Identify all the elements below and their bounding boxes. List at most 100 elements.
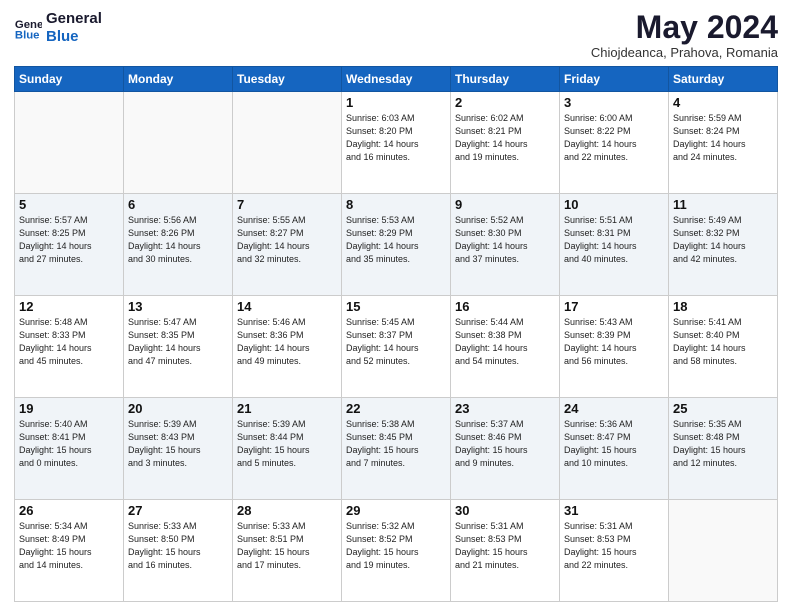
calendar-cell: 28 Sunrise: 5:33 AM Sunset: 8:51 PM Dayli…	[233, 500, 342, 602]
calendar-cell	[124, 92, 233, 194]
calendar-cell: 16Sunrise: 5:44 AM Sunset: 8:38 PM Dayli…	[451, 296, 560, 398]
day-number: 1	[346, 95, 446, 110]
logo: General Blue General Blue	[14, 10, 102, 46]
calendar-cell: 20Sunrise: 5:39 AM Sunset: 8:43 PM Dayli…	[124, 398, 233, 500]
day-number: 19	[19, 401, 119, 416]
day-info: Sunrise: 5:33 AM Sunset: 8:51 PM Dayligh…	[237, 520, 337, 572]
day-number: 24	[564, 401, 664, 416]
weekday-header-thursday: Thursday	[451, 67, 560, 92]
calendar-cell: 18 Sunrise: 5:41 AM Sunset: 8:40 PM Dayli…	[669, 296, 778, 398]
day-number: 30	[455, 503, 555, 518]
day-info: Sunrise: 5:43 AM Sunset: 8:39 PM Dayligh…	[564, 316, 664, 368]
day-info: Sunrise: 5:55 AM Sunset: 8:27 PM Dayligh…	[237, 214, 337, 266]
calendar-cell: 24 Sunrise: 5:36 AM Sunset: 8:47 PM Dayli…	[560, 398, 669, 500]
day-number: 26	[19, 503, 119, 518]
day-number: 2	[455, 95, 555, 110]
day-number: 5	[19, 197, 119, 212]
calendar-cell: 6 Sunrise: 5:56 AM Sunset: 8:26 PM Daylig…	[124, 194, 233, 296]
calendar-cell: 22Sunrise: 5:38 AM Sunset: 8:45 PM Dayli…	[342, 398, 451, 500]
day-number: 18	[673, 299, 773, 314]
calendar-cell	[15, 92, 124, 194]
calendar-cell: 31 Sunrise: 5:31 AM Sunset: 8:53 PM Dayli…	[560, 500, 669, 602]
calendar-cell: 9 Sunrise: 5:52 AM Sunset: 8:30 PM Daylig…	[451, 194, 560, 296]
day-info: Sunrise: 5:47 AM Sunset: 8:35 PM Dayligh…	[128, 316, 228, 368]
day-info: Sunrise: 5:36 AM Sunset: 8:47 PM Dayligh…	[564, 418, 664, 470]
day-info: Sunrise: 5:32 AM Sunset: 8:52 PM Dayligh…	[346, 520, 446, 572]
day-info: Sunrise: 5:51 AM Sunset: 8:31 PM Dayligh…	[564, 214, 664, 266]
day-info: Sunrise: 5:49 AM Sunset: 8:32 PM Dayligh…	[673, 214, 773, 266]
day-number: 6	[128, 197, 228, 212]
day-number: 28	[237, 503, 337, 518]
calendar-cell: 17 Sunrise: 5:43 AM Sunset: 8:39 PM Dayli…	[560, 296, 669, 398]
calendar-week-row: 5 Sunrise: 5:57 AM Sunset: 8:25 PM Daylig…	[15, 194, 778, 296]
day-info: Sunrise: 5:31 AM Sunset: 8:53 PM Dayligh…	[455, 520, 555, 572]
calendar-cell: 7 Sunrise: 5:55 AM Sunset: 8:27 PM Daylig…	[233, 194, 342, 296]
day-info: Sunrise: 5:46 AM Sunset: 8:36 PM Dayligh…	[237, 316, 337, 368]
calendar-cell: 14 Sunrise: 5:46 AM Sunset: 8:36 PM Dayli…	[233, 296, 342, 398]
day-info: Sunrise: 5:33 AM Sunset: 8:50 PM Dayligh…	[128, 520, 228, 572]
day-info: Sunrise: 5:52 AM Sunset: 8:30 PM Dayligh…	[455, 214, 555, 266]
day-info: Sunrise: 5:39 AM Sunset: 8:44 PM Dayligh…	[237, 418, 337, 470]
day-number: 29	[346, 503, 446, 518]
logo-icon: General Blue	[14, 14, 42, 42]
calendar-cell	[669, 500, 778, 602]
day-number: 22	[346, 401, 446, 416]
day-info: Sunrise: 5:41 AM Sunset: 8:40 PM Dayligh…	[673, 316, 773, 368]
day-info: Sunrise: 5:44 AM Sunset: 8:38 PM Dayligh…	[455, 316, 555, 368]
calendar-cell: 13 Sunrise: 5:47 AM Sunset: 8:35 PM Dayli…	[124, 296, 233, 398]
calendar-cell: 11 Sunrise: 5:49 AM Sunset: 8:32 PM Dayli…	[669, 194, 778, 296]
day-number: 14	[237, 299, 337, 314]
calendar-week-row: 1 Sunrise: 6:03 AM Sunset: 8:20 PM Daylig…	[15, 92, 778, 194]
day-info: Sunrise: 5:35 AM Sunset: 8:48 PM Dayligh…	[673, 418, 773, 470]
day-info: Sunrise: 5:59 AM Sunset: 8:24 PM Dayligh…	[673, 112, 773, 164]
day-number: 31	[564, 503, 664, 518]
day-number: 25	[673, 401, 773, 416]
calendar-cell: 1 Sunrise: 6:03 AM Sunset: 8:20 PM Daylig…	[342, 92, 451, 194]
calendar-cell: 25 Sunrise: 5:35 AM Sunset: 8:48 PM Dayli…	[669, 398, 778, 500]
day-info: Sunrise: 5:31 AM Sunset: 8:53 PM Dayligh…	[564, 520, 664, 572]
weekday-header-wednesday: Wednesday	[342, 67, 451, 92]
day-info: Sunrise: 5:45 AM Sunset: 8:37 PM Dayligh…	[346, 316, 446, 368]
calendar-cell	[233, 92, 342, 194]
day-info: Sunrise: 5:57 AM Sunset: 8:25 PM Dayligh…	[19, 214, 119, 266]
header: General Blue General Blue May 2024 Chioj…	[14, 10, 778, 60]
day-info: Sunrise: 5:56 AM Sunset: 8:26 PM Dayligh…	[128, 214, 228, 266]
calendar-cell: 3Sunrise: 6:00 AM Sunset: 8:22 PM Daylig…	[560, 92, 669, 194]
day-info: Sunrise: 6:02 AM Sunset: 8:21 PM Dayligh…	[455, 112, 555, 164]
weekday-header-friday: Friday	[560, 67, 669, 92]
calendar-cell: 27Sunrise: 5:33 AM Sunset: 8:50 PM Dayli…	[124, 500, 233, 602]
weekday-header-sunday: Sunday	[15, 67, 124, 92]
day-number: 13	[128, 299, 228, 314]
day-number: 11	[673, 197, 773, 212]
page: General Blue General Blue May 2024 Chioj…	[0, 0, 792, 612]
day-info: Sunrise: 5:40 AM Sunset: 8:41 PM Dayligh…	[19, 418, 119, 470]
calendar-cell: 4 Sunrise: 5:59 AM Sunset: 8:24 PM Daylig…	[669, 92, 778, 194]
day-number: 7	[237, 197, 337, 212]
weekday-header-monday: Monday	[124, 67, 233, 92]
calendar-week-row: 19 Sunrise: 5:40 AM Sunset: 8:41 PM Dayli…	[15, 398, 778, 500]
subtitle: Chiojdeanca, Prahova, Romania	[591, 45, 778, 60]
calendar-cell: 19 Sunrise: 5:40 AM Sunset: 8:41 PM Dayli…	[15, 398, 124, 500]
calendar-cell: 21 Sunrise: 5:39 AM Sunset: 8:44 PM Dayli…	[233, 398, 342, 500]
svg-text:Blue: Blue	[15, 30, 40, 42]
day-info: Sunrise: 5:48 AM Sunset: 8:33 PM Dayligh…	[19, 316, 119, 368]
calendar-cell: 10Sunrise: 5:51 AM Sunset: 8:31 PM Dayli…	[560, 194, 669, 296]
day-number: 4	[673, 95, 773, 110]
calendar-cell: 26Sunrise: 5:34 AM Sunset: 8:49 PM Dayli…	[15, 500, 124, 602]
day-info: Sunrise: 6:03 AM Sunset: 8:20 PM Dayligh…	[346, 112, 446, 164]
day-info: Sunrise: 5:39 AM Sunset: 8:43 PM Dayligh…	[128, 418, 228, 470]
calendar-cell: 5 Sunrise: 5:57 AM Sunset: 8:25 PM Daylig…	[15, 194, 124, 296]
day-number: 9	[455, 197, 555, 212]
main-title: May 2024	[591, 10, 778, 45]
calendar-cell: 30 Sunrise: 5:31 AM Sunset: 8:53 PM Dayli…	[451, 500, 560, 602]
weekday-header-tuesday: Tuesday	[233, 67, 342, 92]
calendar-cell: 8Sunrise: 5:53 AM Sunset: 8:29 PM Daylig…	[342, 194, 451, 296]
title-block: May 2024 Chiojdeanca, Prahova, Romania	[591, 10, 778, 60]
calendar-week-row: 12 Sunrise: 5:48 AM Sunset: 8:33 PM Dayli…	[15, 296, 778, 398]
day-number: 17	[564, 299, 664, 314]
day-number: 15	[346, 299, 446, 314]
day-number: 12	[19, 299, 119, 314]
day-info: Sunrise: 6:00 AM Sunset: 8:22 PM Dayligh…	[564, 112, 664, 164]
day-number: 21	[237, 401, 337, 416]
calendar-cell: 29 Sunrise: 5:32 AM Sunset: 8:52 PM Dayli…	[342, 500, 451, 602]
